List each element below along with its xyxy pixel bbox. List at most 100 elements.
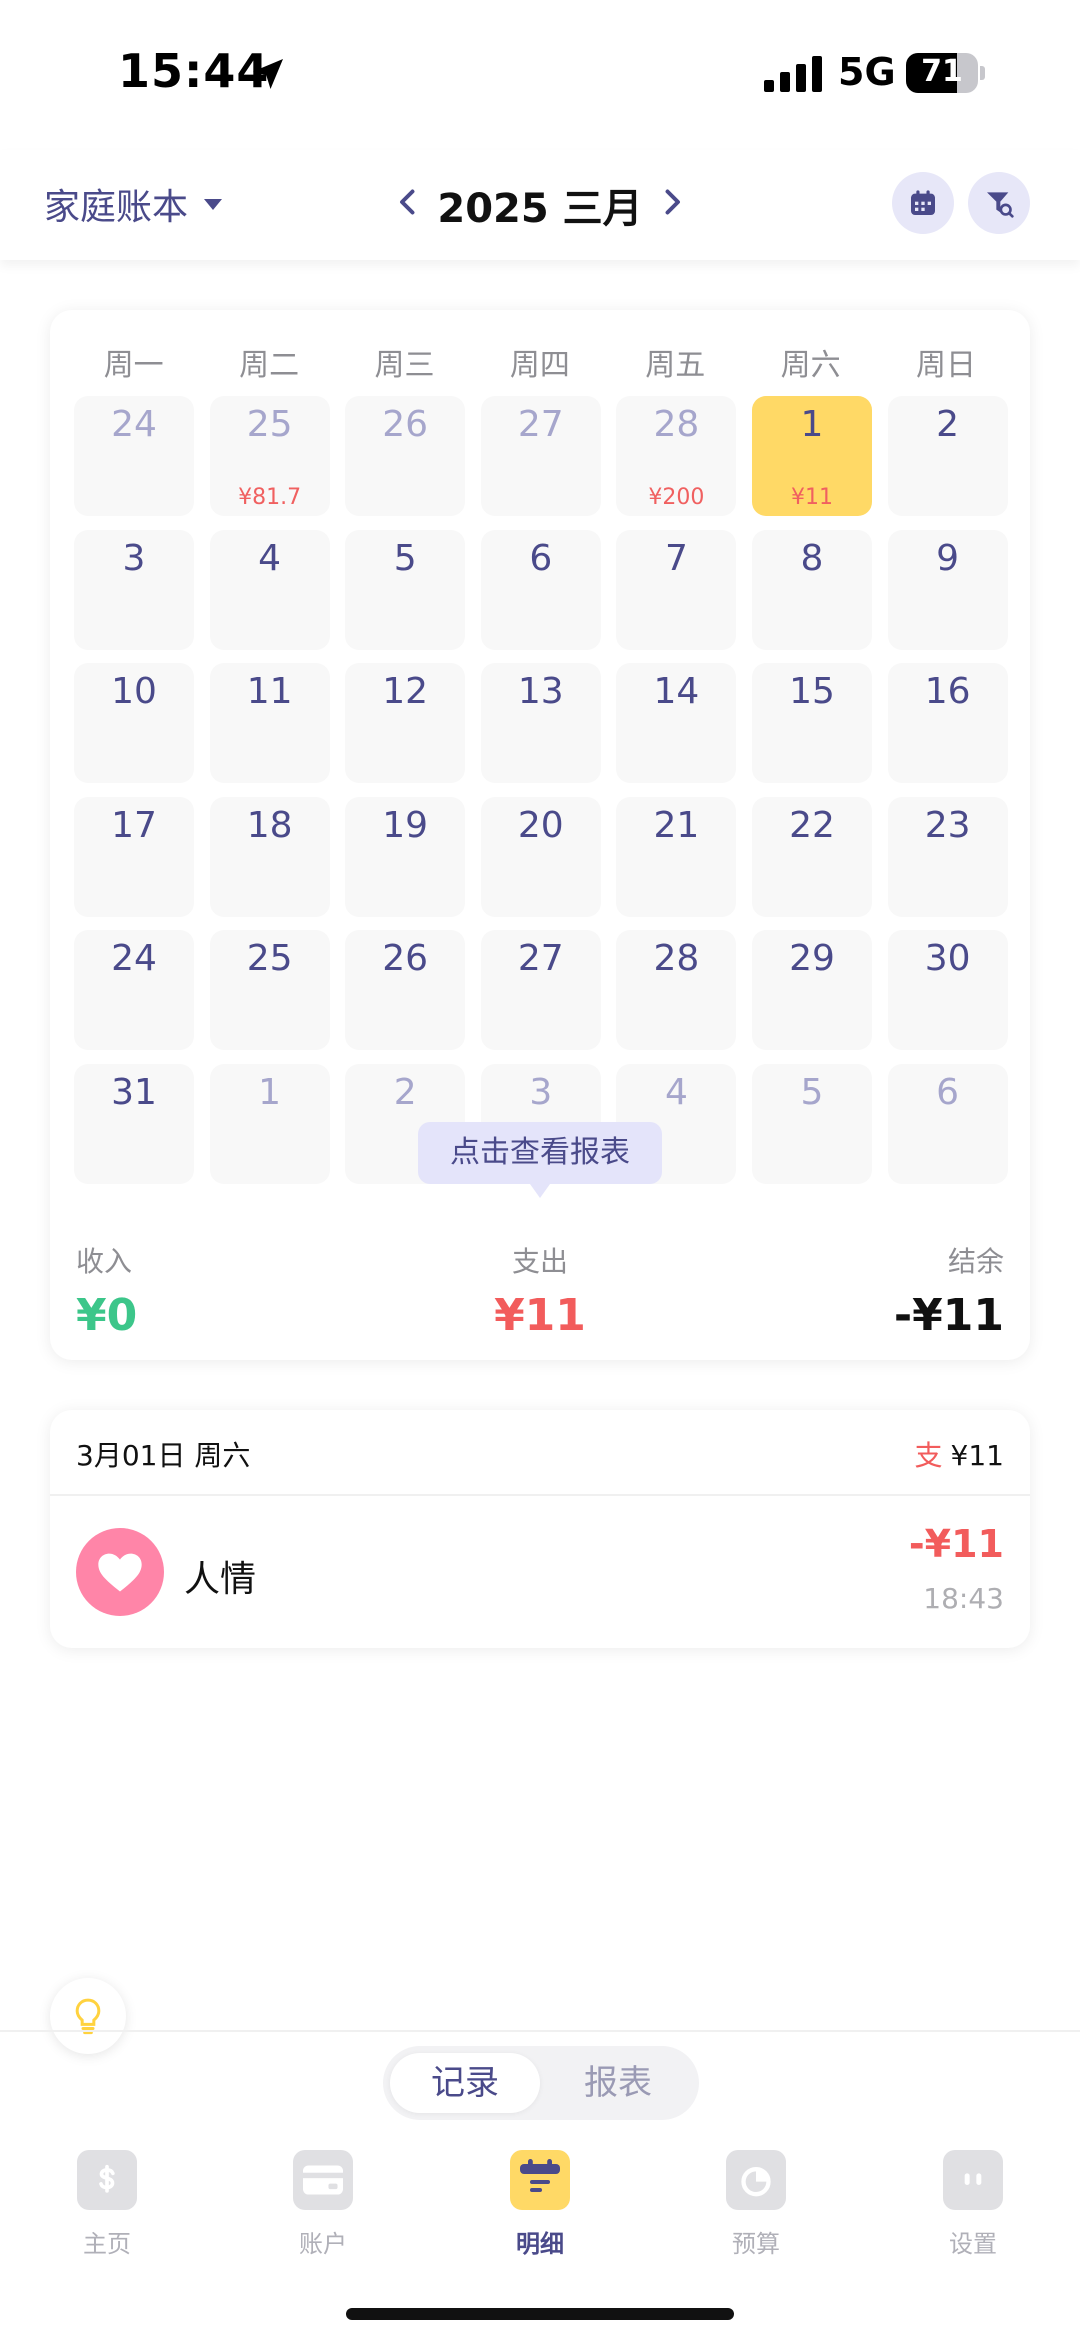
day-cell[interactable]: 6 bbox=[480, 529, 601, 650]
day-number: 4 bbox=[664, 1071, 688, 1113]
transaction-category-icon bbox=[76, 1528, 164, 1616]
chevron-right-icon[interactable] bbox=[654, 184, 690, 220]
weekday-label: 周日 bbox=[916, 348, 977, 383]
weekday-row: 周一 周二 周三 周四 周五 周六 周日 bbox=[66, 340, 1014, 384]
chevron-left-icon[interactable] bbox=[390, 184, 426, 220]
status-bar: 15:44 5G 71 bbox=[0, 0, 1080, 150]
day-cell[interactable]: 4 bbox=[209, 529, 330, 650]
tip-button[interactable] bbox=[50, 1978, 126, 2054]
day-cell[interactable]: 9 bbox=[887, 529, 1008, 650]
transaction-row[interactable]: 人情 -¥11 18:43 bbox=[50, 1498, 1030, 1648]
day-cell[interactable]: 18 bbox=[209, 796, 330, 917]
transaction-amount: -¥11 bbox=[908, 1522, 1004, 1566]
day-cell[interactable]: 5 bbox=[345, 529, 466, 650]
dollar-icon bbox=[77, 2150, 137, 2210]
status-time: 15:44 bbox=[118, 44, 270, 98]
location-arrow-icon bbox=[253, 59, 283, 89]
weekday-label: 周四 bbox=[509, 348, 570, 383]
day-cell[interactable]: 1 bbox=[209, 1063, 330, 1184]
toggle-record[interactable]: 记录 bbox=[390, 2053, 540, 2113]
day-cell[interactable]: 25 bbox=[209, 930, 330, 1050]
day-cell[interactable]: 23 bbox=[887, 796, 1008, 917]
day-cell[interactable]: 28 ¥200 bbox=[616, 396, 737, 516]
tab-budget[interactable]: 预算 bbox=[696, 2150, 816, 2260]
day-cell[interactable]: 22 bbox=[752, 796, 872, 917]
balance-summary: 结余 -¥11 bbox=[894, 1240, 1004, 1341]
income-value: ¥0 bbox=[76, 1290, 138, 1341]
day-cell[interactable]: 17 bbox=[74, 796, 194, 917]
income-summary: 收入 ¥0 bbox=[76, 1240, 137, 1341]
day-number: 27 bbox=[517, 938, 564, 979]
view-report-tooltip[interactable]: 点击查看报表 bbox=[418, 1122, 662, 1198]
day-expense-amount: ¥81.7 bbox=[238, 485, 302, 510]
day-number: 7 bbox=[664, 537, 688, 579]
calendar-icon bbox=[911, 190, 935, 215]
day-expense-amount: ¥11 bbox=[791, 485, 833, 510]
day-cell[interactable]: 20 bbox=[480, 796, 601, 917]
weekday-label: 周六 bbox=[780, 348, 841, 383]
weekday-label: 周二 bbox=[239, 348, 300, 383]
day-cell[interactable]: 25 ¥81.7 bbox=[209, 396, 330, 516]
day-number: 18 bbox=[246, 804, 293, 846]
day-number: 11 bbox=[246, 671, 293, 712]
day-number: 29 bbox=[789, 938, 835, 979]
day-number: 31 bbox=[111, 1071, 157, 1113]
day-cell[interactable]: 8 bbox=[752, 529, 872, 650]
day-cell[interactable]: 7 bbox=[616, 529, 737, 650]
tab-details[interactable]: 明细 bbox=[480, 2150, 600, 2260]
tab-label-details: 明细 bbox=[516, 2230, 564, 2258]
day-cell[interactable]: 30 bbox=[887, 930, 1008, 1050]
day-number: 5 bbox=[800, 1071, 824, 1113]
day-cell[interactable]: 16 bbox=[887, 663, 1008, 783]
day-cell[interactable]: 21 bbox=[616, 796, 737, 917]
income-label: 收入 bbox=[76, 1245, 133, 1278]
day-number: 25 bbox=[246, 404, 293, 445]
transaction-time: 18:43 bbox=[923, 1582, 1004, 1615]
day-cell[interactable]: 27 bbox=[480, 930, 601, 1050]
day-cell[interactable]: 12 bbox=[345, 663, 466, 783]
day-cell[interactable]: 26 bbox=[345, 396, 466, 516]
day-cell[interactable]: 10 bbox=[74, 663, 194, 783]
day-cell[interactable]: 27 bbox=[480, 396, 601, 516]
expense-value: ¥11 bbox=[494, 1290, 586, 1341]
bottom-divider bbox=[0, 2030, 1080, 2032]
ledger-selector[interactable]: 家庭账本 bbox=[44, 178, 223, 230]
expense-summary: 支出 ¥11 bbox=[456, 1240, 624, 1341]
tab-home[interactable]: 主页 bbox=[47, 2150, 167, 2260]
day-cell[interactable]: 2 bbox=[887, 396, 1008, 516]
tab-accounts[interactable]: 账户 bbox=[263, 2150, 383, 2260]
transaction-date-header: 3月01日 周六 支 ¥11 bbox=[50, 1410, 1030, 1496]
day-cell-selected[interactable]: 1 ¥11 bbox=[752, 396, 872, 516]
heart-icon bbox=[98, 1553, 142, 1592]
toggle-report[interactable]: 报表 bbox=[543, 2053, 693, 2113]
day-number: 28 bbox=[653, 938, 700, 979]
day-cell[interactable]: 13 bbox=[480, 663, 601, 783]
day-cell[interactable]: 24 bbox=[74, 930, 194, 1050]
day-cell[interactable]: 6 bbox=[887, 1063, 1008, 1184]
day-cell[interactable]: 3 bbox=[74, 529, 194, 650]
budget-icon bbox=[726, 2150, 786, 2210]
day-cell[interactable]: 15 bbox=[752, 663, 872, 783]
day-cell[interactable]: 5 bbox=[752, 1063, 872, 1184]
transaction-name: 人情 bbox=[184, 1559, 257, 1600]
battery-cap bbox=[980, 66, 985, 80]
day-cell[interactable]: 24 bbox=[74, 396, 194, 516]
tab-label-accounts: 账户 bbox=[299, 2230, 347, 2258]
day-cell[interactable]: 14 bbox=[616, 663, 737, 783]
calendar-button[interactable] bbox=[892, 172, 954, 234]
day-number: 8 bbox=[800, 537, 824, 579]
day-cell[interactable]: 28 bbox=[616, 930, 737, 1050]
filter-search-button[interactable] bbox=[968, 172, 1030, 234]
day-cell[interactable]: 11 bbox=[209, 663, 330, 783]
day-cell[interactable]: 29 bbox=[752, 930, 872, 1050]
day-cell[interactable]: 31 bbox=[74, 1063, 194, 1184]
tab-settings[interactable]: 设置 bbox=[913, 2150, 1033, 2260]
day-number: 20 bbox=[517, 804, 564, 846]
day-cell[interactable]: 19 bbox=[345, 796, 466, 917]
month-title[interactable]: 2025 三月 bbox=[426, 176, 654, 234]
day-cell[interactable]: 26 bbox=[345, 930, 466, 1050]
transaction-date: 3月01日 周六 bbox=[76, 1439, 251, 1472]
day-number: 6 bbox=[936, 1071, 960, 1113]
day-number: 27 bbox=[517, 404, 564, 445]
balance-value: -¥11 bbox=[893, 1290, 1004, 1341]
